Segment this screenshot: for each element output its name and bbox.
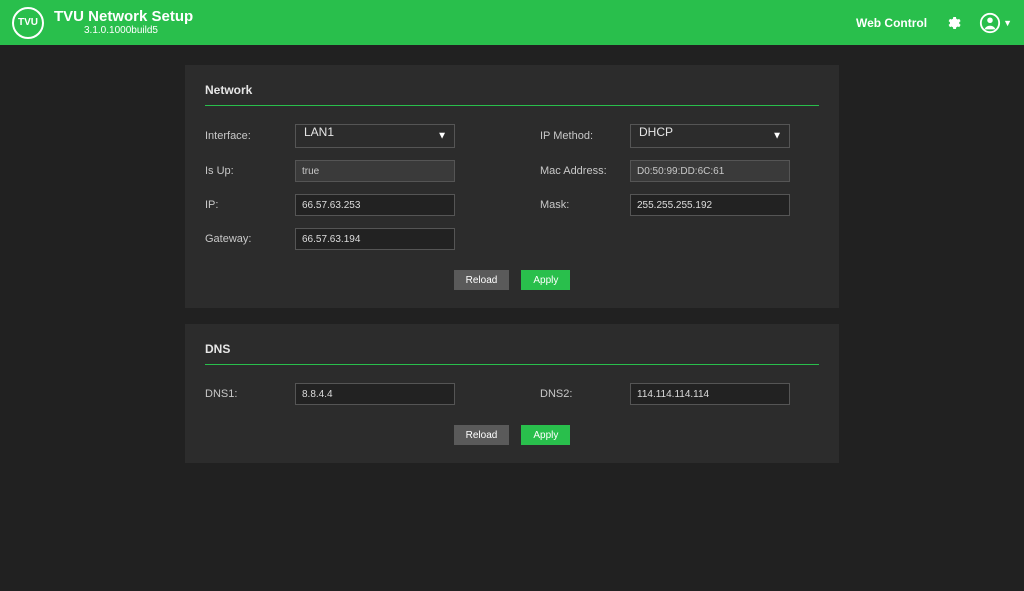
ip-method-label: IP Method: <box>540 130 630 142</box>
mac-address-field: Mac Address: <box>540 160 819 182</box>
user-icon <box>979 12 1001 34</box>
mac-address-value <box>630 160 790 182</box>
ip-label: IP: <box>205 199 295 211</box>
ip-method-select[interactable]: DHCP ▼ <box>630 124 790 148</box>
logo-icon: TVU <box>12 7 44 39</box>
content-area: Network Interface: LAN1 ▼ IP Method: DHC… <box>0 45 1024 463</box>
gear-icon[interactable] <box>945 15 961 31</box>
interface-select-value: LAN1 <box>295 124 455 148</box>
network-section-title: Network <box>205 83 819 106</box>
user-menu[interactable]: ▼ <box>979 12 1012 34</box>
dns2-label: DNS2: <box>540 388 630 400</box>
network-form: Interface: LAN1 ▼ IP Method: DHCP ▼ <box>205 124 819 250</box>
gateway-label: Gateway: <box>205 233 295 245</box>
gateway-input[interactable] <box>295 228 455 250</box>
header-right: Web Control ▼ <box>856 12 1012 34</box>
network-panel: Network Interface: LAN1 ▼ IP Method: DHC… <box>185 65 839 308</box>
dns-apply-button[interactable]: Apply <box>521 425 570 445</box>
dns-button-row: Reload Apply <box>205 425 819 445</box>
dns1-label: DNS1: <box>205 388 295 400</box>
network-apply-button[interactable]: Apply <box>521 270 570 290</box>
header-left: TVU TVU Network Setup 3.1.0.1000build5 <box>12 7 193 39</box>
logo-text: TVU <box>18 17 38 28</box>
app-title: TVU Network Setup <box>54 9 193 26</box>
network-button-row: Reload Apply <box>205 270 819 290</box>
web-control-link[interactable]: Web Control <box>856 16 927 30</box>
interface-label: Interface: <box>205 130 295 142</box>
gateway-field: Gateway: <box>205 228 484 250</box>
mask-label: Mask: <box>540 199 630 211</box>
mask-field: Mask: <box>540 194 819 216</box>
ip-input[interactable] <box>295 194 455 216</box>
is-up-value <box>295 160 455 182</box>
mask-input[interactable] <box>630 194 790 216</box>
ip-field: IP: <box>205 194 484 216</box>
dns-section-title: DNS <box>205 342 819 365</box>
network-reload-button[interactable]: Reload <box>454 270 510 290</box>
is-up-label: Is Up: <box>205 165 295 177</box>
dns1-field: DNS1: <box>205 383 484 405</box>
dns2-input[interactable] <box>630 383 790 405</box>
dns-panel: DNS DNS1: DNS2: Reload Apply <box>185 324 839 463</box>
ip-method-select-value: DHCP <box>630 124 790 148</box>
chevron-down-icon: ▼ <box>1003 18 1012 28</box>
mac-address-label: Mac Address: <box>540 165 630 177</box>
title-block: TVU Network Setup 3.1.0.1000build5 <box>54 9 193 37</box>
app-header: TVU TVU Network Setup 3.1.0.1000build5 W… <box>0 0 1024 45</box>
is-up-field: Is Up: <box>205 160 484 182</box>
interface-field: Interface: LAN1 ▼ <box>205 124 484 148</box>
dns2-field: DNS2: <box>540 383 819 405</box>
dns-form: DNS1: DNS2: <box>205 383 819 405</box>
ip-method-field: IP Method: DHCP ▼ <box>540 124 819 148</box>
interface-select[interactable]: LAN1 ▼ <box>295 124 455 148</box>
dns1-input[interactable] <box>295 383 455 405</box>
dns-reload-button[interactable]: Reload <box>454 425 510 445</box>
app-version: 3.1.0.1000build5 <box>84 25 193 36</box>
